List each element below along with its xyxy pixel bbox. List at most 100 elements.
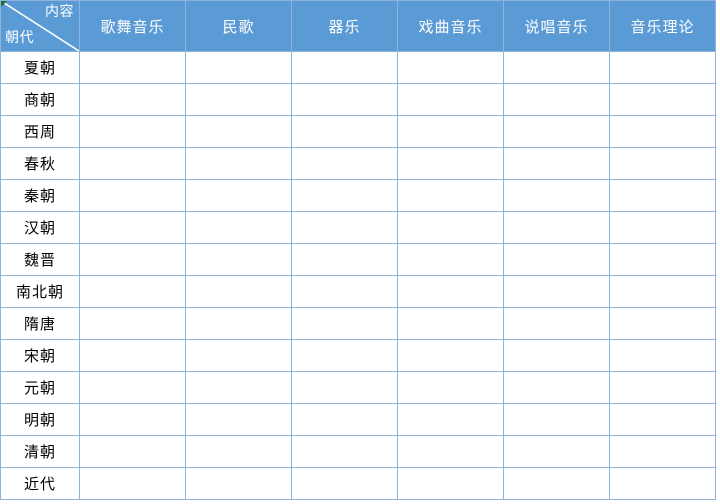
data-cell[interactable] xyxy=(609,211,716,244)
data-cell[interactable] xyxy=(185,115,292,148)
row-header-dynasty[interactable]: 汉朝 xyxy=(0,211,80,244)
data-cell[interactable] xyxy=(503,51,610,84)
row-header-dynasty[interactable]: 商朝 xyxy=(0,83,80,116)
data-cell[interactable] xyxy=(185,179,292,212)
data-cell[interactable] xyxy=(79,83,186,116)
data-cell[interactable] xyxy=(291,339,398,372)
data-cell[interactable] xyxy=(609,83,716,116)
data-cell[interactable] xyxy=(185,467,292,500)
data-cell[interactable] xyxy=(291,115,398,148)
data-cell[interactable] xyxy=(79,147,186,180)
data-cell[interactable] xyxy=(609,243,716,276)
data-cell[interactable] xyxy=(79,179,186,212)
data-cell[interactable] xyxy=(503,83,610,116)
data-cell[interactable] xyxy=(291,51,398,84)
data-cell[interactable] xyxy=(609,371,716,404)
data-cell[interactable] xyxy=(79,115,186,148)
column-header-narrative-music[interactable]: 说唱音乐 xyxy=(503,0,610,52)
data-cell[interactable] xyxy=(79,403,186,436)
data-cell[interactable] xyxy=(609,179,716,212)
data-cell[interactable] xyxy=(79,467,186,500)
data-cell[interactable] xyxy=(291,179,398,212)
data-cell[interactable] xyxy=(185,83,292,116)
data-cell[interactable] xyxy=(185,403,292,436)
data-cell[interactable] xyxy=(291,243,398,276)
data-cell[interactable] xyxy=(79,275,186,308)
data-cell[interactable] xyxy=(185,147,292,180)
data-cell[interactable] xyxy=(503,275,610,308)
data-cell[interactable] xyxy=(397,51,504,84)
corner-split-header-cell[interactable]: 内容 朝代 xyxy=(0,0,80,52)
row-header-dynasty[interactable]: 春秋 xyxy=(0,147,80,180)
data-cell[interactable] xyxy=(397,147,504,180)
column-header-opera-music[interactable]: 戏曲音乐 xyxy=(397,0,504,52)
data-cell[interactable] xyxy=(291,275,398,308)
data-cell[interactable] xyxy=(397,275,504,308)
data-cell[interactable] xyxy=(503,211,610,244)
data-cell[interactable] xyxy=(79,339,186,372)
data-cell[interactable] xyxy=(503,403,610,436)
data-cell[interactable] xyxy=(397,83,504,116)
data-cell[interactable] xyxy=(503,467,610,500)
data-cell[interactable] xyxy=(609,307,716,340)
data-cell[interactable] xyxy=(609,467,716,500)
data-cell[interactable] xyxy=(291,435,398,468)
data-cell[interactable] xyxy=(397,115,504,148)
data-cell[interactable] xyxy=(291,403,398,436)
row-header-dynasty[interactable]: 西周 xyxy=(0,115,80,148)
data-cell[interactable] xyxy=(503,243,610,276)
data-cell[interactable] xyxy=(397,243,504,276)
data-cell[interactable] xyxy=(397,371,504,404)
data-cell[interactable] xyxy=(609,435,716,468)
data-cell[interactable] xyxy=(185,51,292,84)
data-cell[interactable] xyxy=(397,435,504,468)
data-cell[interactable] xyxy=(609,275,716,308)
data-cell[interactable] xyxy=(185,275,292,308)
data-cell[interactable] xyxy=(291,83,398,116)
data-cell[interactable] xyxy=(503,115,610,148)
data-cell[interactable] xyxy=(185,243,292,276)
data-cell[interactable] xyxy=(503,179,610,212)
row-header-dynasty[interactable]: 秦朝 xyxy=(0,179,80,212)
data-cell[interactable] xyxy=(397,307,504,340)
column-header-instrumental-music[interactable]: 器乐 xyxy=(291,0,398,52)
data-cell[interactable] xyxy=(79,243,186,276)
data-cell[interactable] xyxy=(503,307,610,340)
data-cell[interactable] xyxy=(609,147,716,180)
data-cell[interactable] xyxy=(503,147,610,180)
row-header-dynasty[interactable]: 清朝 xyxy=(0,435,80,468)
data-cell[interactable] xyxy=(609,51,716,84)
row-header-dynasty[interactable]: 南北朝 xyxy=(0,275,80,308)
data-cell[interactable] xyxy=(185,371,292,404)
data-cell[interactable] xyxy=(185,435,292,468)
data-cell[interactable] xyxy=(291,371,398,404)
data-cell[interactable] xyxy=(397,467,504,500)
data-cell[interactable] xyxy=(291,307,398,340)
data-cell[interactable] xyxy=(503,371,610,404)
data-cell[interactable] xyxy=(397,403,504,436)
column-header-song-dance-music[interactable]: 歌舞音乐 xyxy=(79,0,186,52)
data-cell[interactable] xyxy=(291,211,398,244)
data-cell[interactable] xyxy=(291,147,398,180)
data-cell[interactable] xyxy=(503,339,610,372)
data-cell[interactable] xyxy=(79,51,186,84)
row-header-dynasty[interactable]: 元朝 xyxy=(0,371,80,404)
row-header-dynasty[interactable]: 魏晋 xyxy=(0,243,80,276)
data-cell[interactable] xyxy=(291,467,398,500)
row-header-dynasty[interactable]: 明朝 xyxy=(0,403,80,436)
row-header-dynasty[interactable]: 宋朝 xyxy=(0,339,80,372)
data-cell[interactable] xyxy=(397,339,504,372)
data-cell[interactable] xyxy=(79,435,186,468)
data-cell[interactable] xyxy=(503,435,610,468)
data-cell[interactable] xyxy=(185,339,292,372)
data-cell[interactable] xyxy=(79,211,186,244)
data-cell[interactable] xyxy=(397,179,504,212)
data-cell[interactable] xyxy=(185,307,292,340)
data-cell[interactable] xyxy=(79,371,186,404)
data-cell[interactable] xyxy=(609,339,716,372)
row-header-dynasty[interactable]: 隋唐 xyxy=(0,307,80,340)
row-header-dynasty[interactable]: 夏朝 xyxy=(0,51,80,84)
data-cell[interactable] xyxy=(397,211,504,244)
row-header-dynasty[interactable]: 近代 xyxy=(0,467,80,500)
data-cell[interactable] xyxy=(609,403,716,436)
